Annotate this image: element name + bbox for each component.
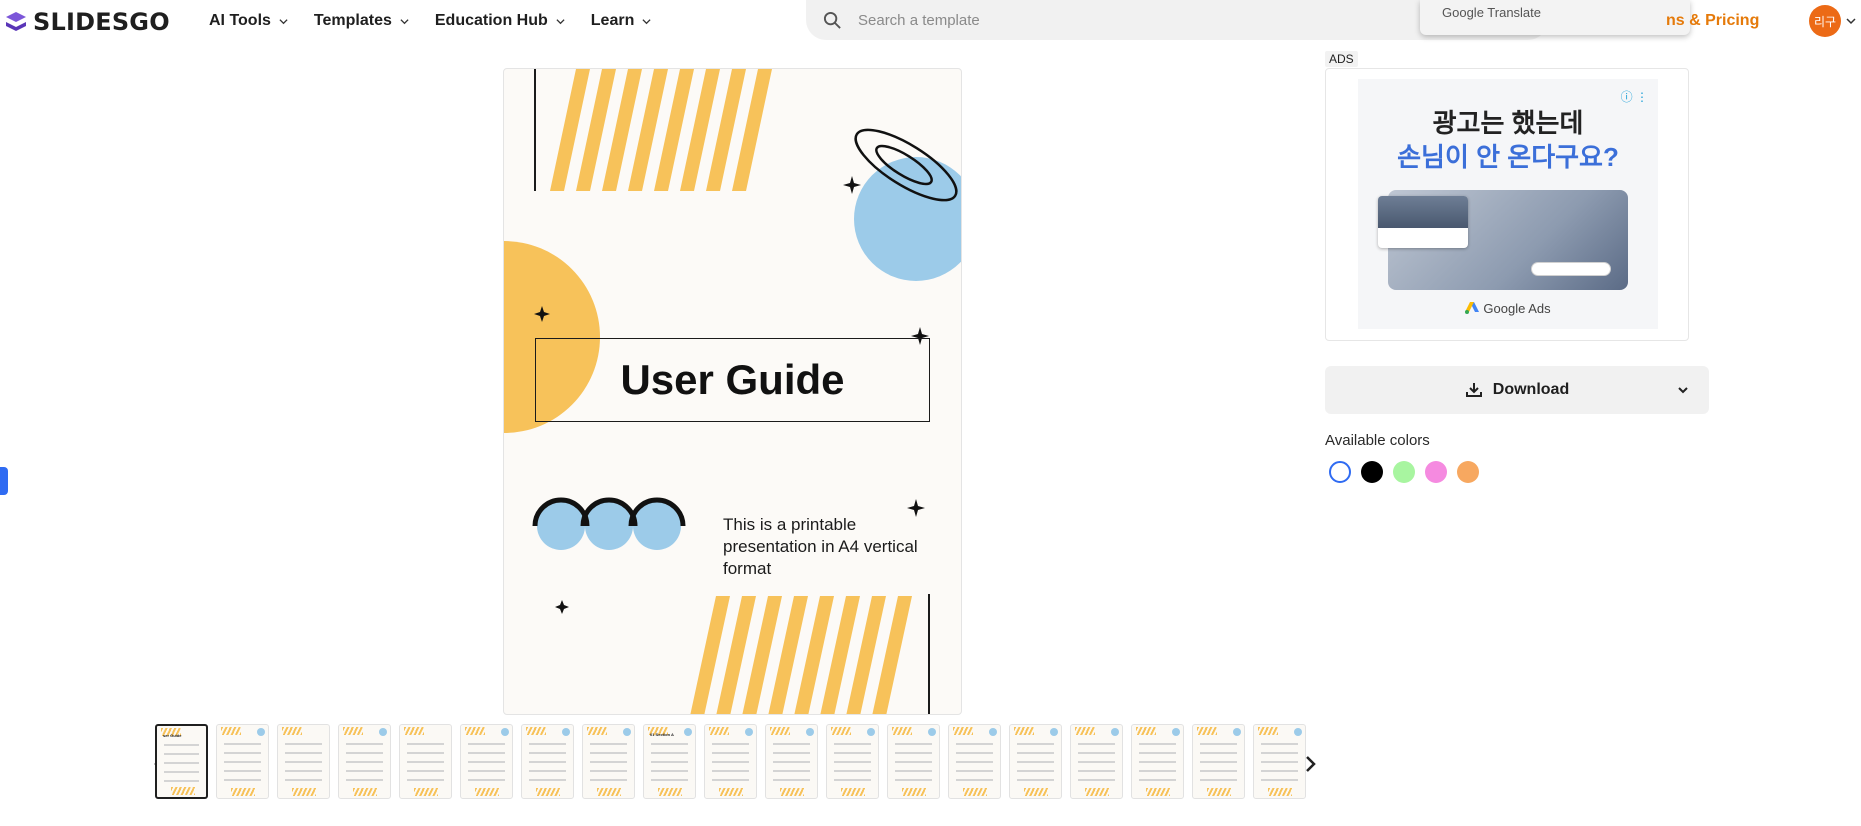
download-button[interactable]: Download (1325, 366, 1709, 414)
search-input[interactable] (858, 11, 1418, 29)
logo-icon (6, 12, 26, 31)
color-swatch[interactable] (1425, 461, 1447, 483)
next-slide-button[interactable] (1299, 752, 1323, 776)
thumbnail-title: 01 Section A (650, 732, 674, 737)
slide-subtitle: This is a printable presentation in A4 v… (723, 515, 918, 578)
ad-headline-1: 광고는 했는데 (1432, 108, 1584, 138)
chevron-down-icon (642, 18, 651, 24)
side-feedback-tab[interactable] (0, 467, 8, 495)
ad-card-image (1378, 196, 1468, 248)
download-label: Download (1492, 381, 1570, 398)
chevron-down-icon (556, 18, 565, 24)
slide-thumbnail[interactable] (1192, 724, 1245, 799)
chevron-down-icon[interactable] (1677, 385, 1689, 395)
main-nav: AI Tools Templates Education Hub Learn (209, 12, 651, 30)
ad-searchbar-image (1531, 262, 1611, 276)
slide-thumbnail[interactable] (521, 724, 574, 799)
plans-pricing-link[interactable]: ns & Pricing (1666, 12, 1759, 30)
thumbnail-title: ser Guide (163, 733, 182, 738)
slide-thumbnail[interactable]: 01 Section A (643, 724, 696, 799)
slide-thumbnail[interactable] (399, 724, 452, 799)
google-ads-logo-icon (1465, 302, 1480, 314)
slide-thumbnail[interactable] (1070, 724, 1123, 799)
google-translate-popup[interactable]: Google Translate (1420, 0, 1690, 35)
slide-thumbnail[interactable] (582, 724, 635, 799)
color-swatch[interactable] (1361, 461, 1383, 483)
slide-thumbnail[interactable] (460, 724, 513, 799)
nav-learn[interactable]: Learn (591, 12, 652, 30)
ad-brand-text: Google Ads (1483, 301, 1551, 316)
ad-banner[interactable]: ⓘ ⋮ 광고는 했는데 손님이 안 온다구요? Google Ads (1358, 79, 1658, 329)
slide-thumbnail[interactable] (704, 724, 757, 799)
slide-thumbnail[interactable] (826, 724, 879, 799)
slide-thumbnail[interactable] (338, 724, 391, 799)
top-header: SLIDESGO AI Tools Templates Education Hu… (0, 0, 1861, 40)
nav-templates[interactable]: Templates (314, 12, 409, 30)
slide-thumbnail[interactable] (277, 724, 330, 799)
chevron-right-icon (1306, 756, 1316, 772)
nav-label: Templates (313, 12, 392, 29)
slide-thumbnail[interactable] (216, 724, 269, 799)
slide-title: User Guide (535, 338, 930, 422)
slide-thumbnail[interactable] (948, 724, 1001, 799)
color-swatch[interactable] (1329, 461, 1351, 483)
slide-preview[interactable]: User Guide This is a printable presentat… (503, 68, 962, 715)
color-swatch[interactable] (1457, 461, 1479, 483)
chevron-down-icon (400, 18, 409, 24)
nav-label: AI Tools (209, 12, 271, 29)
nav-ai-tools[interactable]: AI Tools (209, 12, 288, 30)
ad-container[interactable]: ⓘ ⋮ 광고는 했는데 손님이 안 온다구요? Google Ads (1325, 68, 1689, 341)
color-swatch[interactable] (1393, 461, 1415, 483)
color-swatches (1329, 461, 1479, 483)
ads-label: ADS (1325, 51, 1358, 67)
nav-label: Learn (590, 12, 635, 29)
available-colors-label: Available colors (1325, 432, 1430, 449)
ad-brand: Google Ads (1358, 301, 1658, 316)
logo-text: SLIDESGO (33, 8, 170, 36)
nav-label: Education Hub (434, 12, 548, 29)
chevron-down-icon[interactable] (1846, 16, 1856, 26)
chevron-down-icon (279, 18, 288, 24)
page: SLIDESGO AI Tools Templates Education Hu… (0, 0, 1861, 826)
nav-education-hub[interactable]: Education Hub (435, 12, 565, 30)
slide-thumbnail[interactable] (1131, 724, 1184, 799)
slide-thumbnail[interactable] (887, 724, 940, 799)
thumbnail-list: ser Guide 01 Section A (155, 724, 1308, 799)
slide-thumbnail[interactable] (765, 724, 818, 799)
search-icon (823, 11, 841, 29)
slide-thumbnail[interactable]: ser Guide (155, 724, 208, 799)
ad-headline-2: 손님이 안 온다구요? (1397, 142, 1619, 172)
slidesgo-logo[interactable]: SLIDESGO (4, 8, 170, 36)
user-avatar[interactable]: 리구 (1809, 5, 1841, 37)
slide-thumbnail[interactable] (1009, 724, 1062, 799)
thumbnail-strip: ser Guide 01 Section A (155, 724, 1308, 804)
download-icon (1465, 383, 1482, 397)
